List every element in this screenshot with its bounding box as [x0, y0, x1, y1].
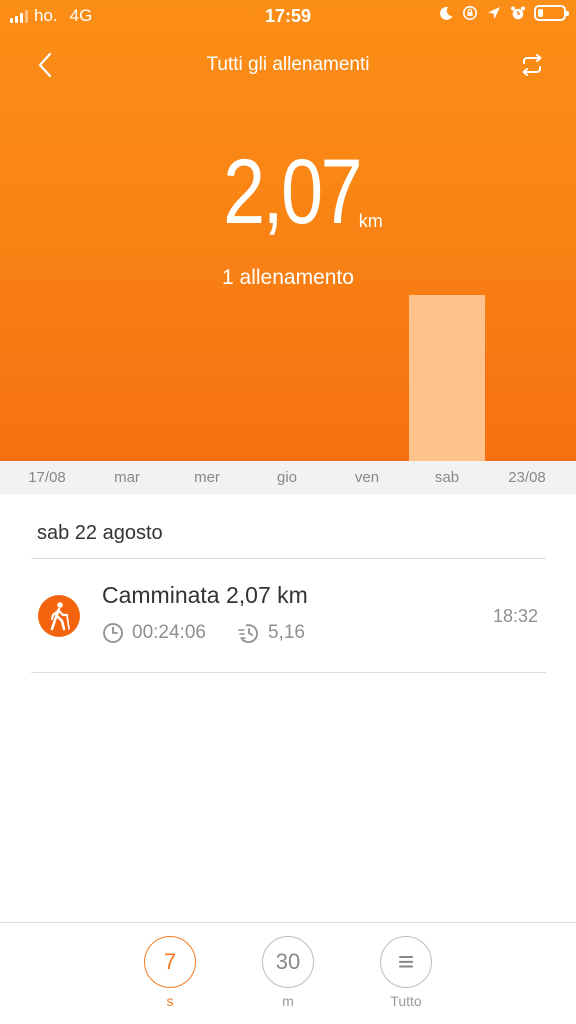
walking-icon [38, 595, 80, 637]
tab-all[interactable]: ≡ Tutto [366, 936, 446, 1009]
period-tab-bar: 7 s 30 m ≡ Tutto [0, 922, 576, 1024]
pace-icon [238, 624, 258, 643]
workout-count: 1 allenamento [222, 266, 354, 289]
tab-week-circle: 7 [144, 936, 196, 988]
tab-month[interactable]: 30 m [248, 936, 328, 1009]
day-label[interactable]: 23/08 [487, 469, 567, 486]
summary-header: ho. 4G 17:59 Tutti gli allenamenti 2,07 … [0, 0, 576, 461]
workout-row[interactable]: Camminata 2,07 km 00:24:06 5,16 18:32 [31, 566, 546, 666]
total-distance-value: 2,07 [223, 141, 362, 243]
day-label[interactable]: gio [247, 469, 327, 486]
day-label[interactable]: mer [167, 469, 247, 486]
workout-pace: 5,16 [267, 622, 305, 643]
divider [31, 672, 546, 673]
clock-icon [103, 623, 123, 643]
total-distance: 2,07 km [0, 146, 576, 238]
divider [31, 558, 546, 559]
day-label[interactable]: sab [407, 469, 487, 486]
menu-icon: ≡ [380, 936, 432, 988]
total-distance-unit: km [358, 211, 383, 231]
day-label[interactable]: ven [327, 469, 407, 486]
workout-start-time: 18:32 [492, 606, 538, 626]
chart-bar[interactable] [409, 295, 485, 461]
workout-title: Camminata 2,07 km [102, 582, 308, 608]
day-label[interactable]: 17/08 [7, 469, 87, 486]
workout-duration: 00:24:06 [132, 622, 206, 643]
day-label[interactable]: mar [87, 469, 167, 486]
tab-month-circle: 30 [262, 936, 314, 988]
workout-meta: 00:24:06 5,16 [102, 622, 305, 644]
tab-all-label: Tutto [390, 993, 422, 1009]
tab-month-label: m [282, 993, 294, 1009]
day-axis: 17/08 mar mer gio ven sab 23/08 [0, 461, 576, 494]
tab-week[interactable]: 7 s [130, 936, 210, 1009]
tab-week-label: s [166, 993, 174, 1009]
date-header: sab 22 agosto [37, 522, 163, 544]
